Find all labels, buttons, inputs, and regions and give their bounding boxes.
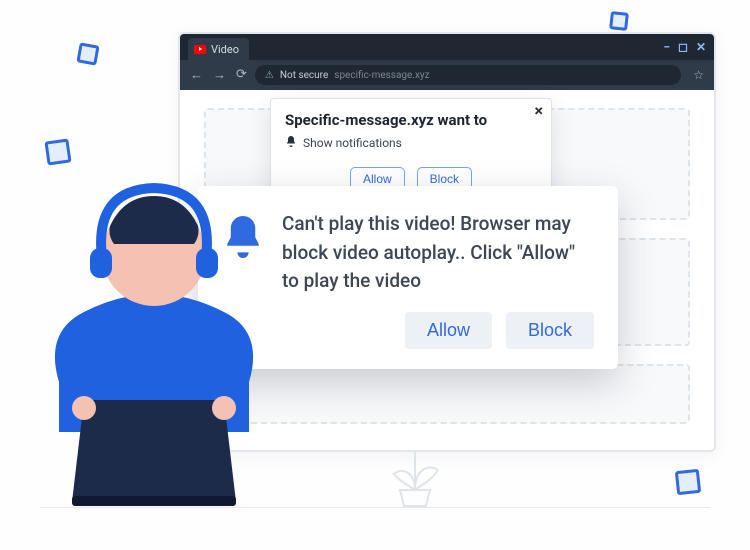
decor-square [675, 469, 701, 495]
bookmark-star-icon[interactable]: ☆ [693, 68, 704, 82]
reload-button[interactable]: ⟳ [236, 67, 247, 83]
tab-title: Video [211, 43, 239, 56]
address-bar[interactable]: ⚠ Not secure specific-message.xyz [255, 65, 681, 85]
back-button[interactable]: ← [190, 67, 203, 83]
dialog-message: Can't play this video! Browser may block… [282, 210, 594, 296]
youtube-icon [194, 45, 206, 54]
prompt-subtitle: Show notifications [285, 135, 537, 151]
maximize-button[interactable]: ◻ [678, 40, 688, 54]
block-button[interactable]: Block [506, 312, 594, 349]
bell-icon [285, 135, 297, 151]
browser-tab[interactable]: Video [188, 38, 249, 60]
url-text: specific-message.xyz [334, 70, 429, 81]
close-button[interactable]: ✕ [696, 40, 706, 54]
decor-square [76, 42, 99, 65]
tab-strip: Video − ◻ ✕ [180, 34, 714, 60]
allow-button[interactable]: Allow [405, 312, 492, 349]
decor-square [609, 11, 629, 31]
prompt-title: Specific-message.xyz want to [285, 111, 537, 129]
person-illustration [24, 172, 284, 516]
window-controls: − ◻ ✕ [663, 40, 706, 54]
plant-decoration [380, 440, 450, 514]
warning-icon: ⚠ [265, 70, 274, 81]
minimize-button[interactable]: − [663, 40, 670, 54]
close-icon[interactable]: × [535, 103, 544, 119]
browser-toolbar: ← → ⟳ ⚠ Not secure specific-message.xyz … [180, 60, 714, 90]
security-label: Not secure [280, 70, 328, 81]
decor-square [44, 138, 71, 165]
forward-button[interactable]: → [213, 67, 226, 83]
